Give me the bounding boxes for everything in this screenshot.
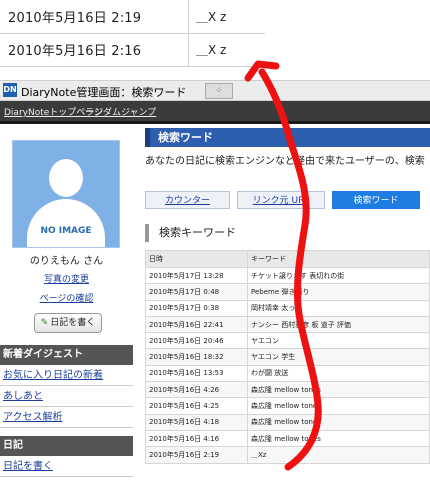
keyword-table-body: 2010年5月17日 13:28 チケット譲ります 表切れの街 2010年5月17日… xyxy=(145,266,430,464)
pencil-icon: ✎ xyxy=(40,318,49,328)
snippet-value: ＿X z xyxy=(196,43,227,57)
cell-datetime: 2010年5月16日 18:32 xyxy=(145,348,248,366)
avatar-body-shape xyxy=(27,199,105,247)
snippet-value: ＿X z xyxy=(196,10,227,24)
table-row: 2010年5月16日 22:41 ナンシー 西村雅彦 板 道子 評価 xyxy=(145,315,430,334)
keyword-table: 日時 キーワード 2010年5月17日 13:28 チケット譲ります 表切れの街 2… xyxy=(145,250,430,464)
table-row: 2010年5月17日 13:28 チケット譲ります 表切れの街 xyxy=(145,266,430,285)
cell-keyword: ナンシー 西村雅彦 板 道子 評価 xyxy=(247,315,430,334)
write-diary-label: 日記を書く xyxy=(50,318,96,328)
table-row: 2010年5月17日 0:38 岡村靖幸 太った xyxy=(145,299,430,317)
cell-datetime: 2010年5月16日 4:16 xyxy=(145,429,248,448)
window-titlebar: DN DiaryNote管理画面：検索ワード ⁘ xyxy=(0,80,430,101)
cell-datetime: 2010年5月17日 0:38 xyxy=(145,299,248,317)
cell-keyword: 森広隆 mellow tones xyxy=(247,381,430,399)
cell-datetime: 2010年5月16日 4:25 xyxy=(145,397,248,415)
window-title: DiaryNote管理画面：検索ワード xyxy=(21,86,187,99)
column-header-keyword: キーワード xyxy=(247,250,430,268)
divider xyxy=(188,0,189,33)
tab-search-words[interactable]: 検索ワード xyxy=(332,191,420,209)
sidebar-section-digest: 新着ダイジェスト xyxy=(0,345,133,365)
new-tab-button[interactable]: ⁘ xyxy=(205,83,233,99)
snippet-row: 2010年5月16日 2:16 ＿X z xyxy=(0,33,265,67)
snippet-row: 2010年5月16日 2:19 ＿X z xyxy=(0,0,265,34)
sidebar-item-write[interactable]: 日記を書く xyxy=(0,457,133,477)
divider xyxy=(188,33,189,66)
change-photo-link[interactable]: 写真の変更 xyxy=(0,272,133,285)
table-row: 2010年5月16日 18:32 ヤエコン 学生 xyxy=(145,348,430,366)
table-row: 2010年5月16日 13:53 わが闘 放送 xyxy=(145,364,430,383)
page-title: 検索ワード xyxy=(145,128,430,147)
table-row: 2010年5月16日 4:16 森広隆 mellow tones xyxy=(145,429,430,448)
cell-keyword: ヤエコン 学生 xyxy=(247,348,430,366)
cell-datetime: 2010年5月16日 13:53 xyxy=(145,364,248,383)
top-nav: DiaryNoteトップページ ランダムジャンプ xyxy=(0,101,430,124)
tab-referrer[interactable]: リンク元 URL xyxy=(237,191,325,209)
cell-keyword: チケット譲ります 表切れの街 xyxy=(247,266,430,285)
nav-link-random[interactable]: ランダムジャンプ xyxy=(85,105,156,118)
cell-keyword: ヤエコン xyxy=(247,332,430,350)
page-description: あなたの日記に検索エンジンなど経由で来たユーザーの、検索 xyxy=(145,156,425,167)
table-row: 2010年5月16日 20:46 ヤエコン xyxy=(145,332,430,350)
sidebar-item-access[interactable]: アクセス解析 xyxy=(0,408,133,428)
table-row: 2010年5月16日 4:25 森広隆 mellow tones xyxy=(145,397,430,415)
cell-keyword: 森広隆 mellow tones xyxy=(247,429,430,448)
cell-keyword: 森広隆 mellow tones xyxy=(247,413,430,431)
sidebar-item-favorites[interactable]: お気に入り日記の新着 xyxy=(0,366,133,386)
app-icon: DN xyxy=(3,83,17,97)
cell-keyword: 森広隆 mellow tones xyxy=(247,397,430,415)
table-header-row: 日時 キーワード xyxy=(145,250,430,268)
cell-datetime: 2010年5月17日 13:28 xyxy=(145,266,248,285)
snippet-date: 2010年5月16日 2:16 xyxy=(8,44,142,59)
cell-datetime: 2010年5月16日 4:26 xyxy=(145,381,248,399)
sidebar-item-footprints[interactable]: あしあと xyxy=(0,387,133,407)
snippet-date: 2010年5月16日 2:19 xyxy=(8,11,142,26)
cell-datetime: 2010年5月16日 22:41 xyxy=(145,315,248,334)
avatar-head-shape xyxy=(49,159,83,197)
view-page-link[interactable]: ページの確認 xyxy=(0,291,133,304)
profile-panel: NO IMAGE xyxy=(0,126,133,339)
avatar: NO IMAGE xyxy=(12,140,120,248)
cell-datetime: 2010年5月17日 0:48 xyxy=(145,283,248,301)
write-diary-button[interactable]: ✎ 日記を書く xyxy=(34,313,102,333)
table-row: 2010年5月17日 0:48 Pebeme 弾き語り xyxy=(145,283,430,301)
keyword-heading: 検索キーワード xyxy=(145,224,430,242)
tab-counter[interactable]: カウンター xyxy=(145,191,230,209)
profile-name: のりえもん さん xyxy=(29,256,104,267)
cell-datetime: 2010年5月16日 2:19 xyxy=(145,446,248,464)
cell-keyword: Pebeme 弾き語り xyxy=(247,283,430,301)
no-image-label: NO IMAGE xyxy=(40,226,92,236)
cell-keyword: ＿Xz xyxy=(247,446,430,464)
cell-datetime: 2010年5月16日 4:18 xyxy=(145,413,248,431)
table-row: 2010年5月16日 4:18 森広隆 mellow tones xyxy=(145,413,430,431)
table-row: 2010年5月16日 2:19 ＿Xz xyxy=(145,446,430,464)
column-header-date: 日時 xyxy=(145,250,248,268)
table-row: 2010年5月16日 4:26 森広隆 mellow tones xyxy=(145,381,430,399)
cell-keyword: わが闘 放送 xyxy=(247,364,430,383)
cell-keyword: 岡村靖幸 太った xyxy=(247,299,430,317)
sidebar-section-diary: 日記 xyxy=(0,436,133,456)
cell-datetime: 2010年5月16日 20:46 xyxy=(145,332,248,350)
